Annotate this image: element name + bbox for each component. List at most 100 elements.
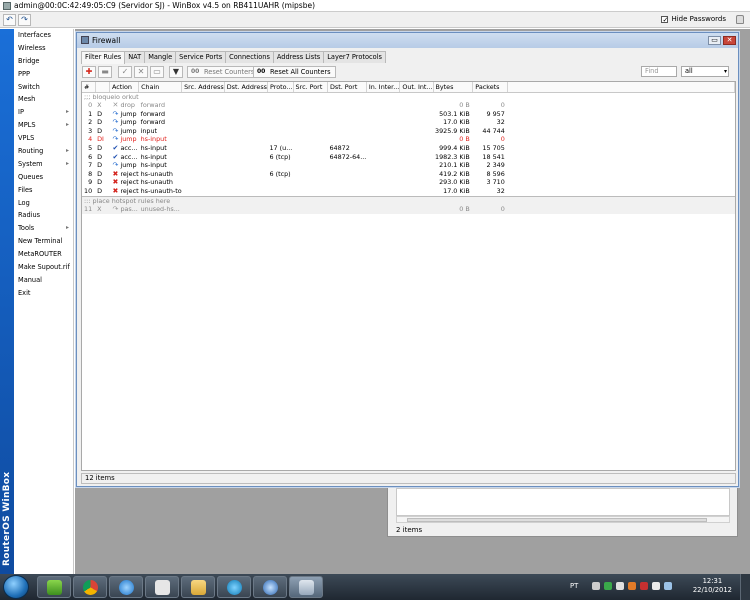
secondary-list[interactable]	[396, 488, 730, 516]
add-rule-button[interactable]: ✚	[82, 66, 96, 78]
hide-passwords-checkbox[interactable]: ✓ Hide Passwords	[661, 15, 726, 24]
table-row[interactable]: 4 DI ↷ jump hs-input 0 B 0	[82, 135, 735, 144]
row-filler	[508, 144, 735, 153]
sidebar-item-mpls[interactable]: MPLS ▸	[14, 119, 73, 132]
column-header[interactable]: Src. Port	[293, 82, 328, 93]
sidebar-item-ppp[interactable]: PPP	[14, 68, 73, 81]
folder-icon	[191, 580, 206, 595]
sidebar-item-switch[interactable]: Switch	[14, 81, 73, 94]
rule-dst-port	[327, 161, 366, 170]
tab-service-ports[interactable]: Service Ports	[175, 51, 227, 63]
show-desktop-button[interactable]	[740, 574, 750, 600]
tab-layer7-protocols[interactable]: Layer7 Protocols	[323, 51, 386, 63]
sidebar-item-wireless[interactable]: Wireless	[14, 42, 73, 55]
sidebar-item-bridge[interactable]: Bridge	[14, 55, 73, 68]
column-header[interactable]: Out. Int...	[399, 82, 434, 93]
redo-button[interactable]: ↷	[18, 14, 31, 26]
filter-rules-table[interactable]: # Action Chain Src. Address Dst. Address Prot…	[81, 81, 736, 471]
secondary-scrollbar[interactable]	[396, 516, 730, 523]
language-indicator[interactable]: PT	[570, 582, 578, 590]
scrollbar-thumb[interactable]	[407, 518, 707, 522]
sidebar-item-manual[interactable]: Manual	[14, 274, 73, 287]
sidebar-item-mesh[interactable]: Mesh	[14, 93, 73, 106]
taskbar-app-thunderbird[interactable]	[253, 576, 287, 598]
tab-filter-rules[interactable]: Filter Rules	[81, 51, 126, 64]
sidebar-item-system[interactable]: System ▸	[14, 158, 73, 171]
column-header[interactable]	[95, 82, 110, 93]
table-row[interactable]: 11 X ↷ pas... unused-hs... 0 B0	[82, 205, 735, 214]
column-header[interactable]: Bytes	[433, 82, 474, 93]
sidebar-item-metarouter[interactable]: MetaROUTER	[14, 248, 73, 261]
tab-mangle[interactable]: Mangle	[144, 51, 177, 63]
tray-app-icon[interactable]	[628, 582, 636, 590]
taskbar-app-sync[interactable]	[217, 576, 251, 598]
column-header[interactable]: Dst. Address	[224, 82, 268, 93]
taskbar-app-ie[interactable]	[109, 576, 143, 598]
sidebar-item-log[interactable]: Log	[14, 197, 73, 210]
find-input[interactable]: Find	[641, 66, 677, 77]
table-row[interactable]: 1 D ↷ jump forward 503.1 KiB 9 957	[82, 110, 735, 119]
tray-network-icon[interactable]	[616, 582, 624, 590]
filter-button[interactable]: ▼	[169, 66, 183, 78]
tray-signal-icon[interactable]	[664, 582, 672, 590]
comment-button[interactable]: ▭	[150, 66, 164, 78]
sidebar-item-files[interactable]: Files	[14, 184, 73, 197]
sidebar-item-interfaces[interactable]: Interfaces	[14, 29, 73, 42]
column-header[interactable]: Packets	[472, 82, 509, 93]
tray-arrow-icon[interactable]	[592, 582, 600, 590]
tray-volume-icon[interactable]	[652, 582, 660, 590]
minimize-button[interactable]: ▭	[708, 36, 721, 45]
taskbar-app-explorer-users[interactable]	[37, 576, 71, 598]
tray-shield-icon[interactable]	[604, 582, 612, 590]
column-header[interactable]: Action	[109, 82, 140, 93]
table-row[interactable]: 10 D ✖ reject hs-unauth-to 17.0 KiB 32	[82, 187, 735, 196]
close-button[interactable]: ✕	[723, 36, 736, 45]
tab-nat[interactable]: NAT	[124, 51, 146, 63]
secondary-window[interactable]: 2 items	[387, 487, 738, 537]
taskbar-app-folder[interactable]	[181, 576, 215, 598]
rule-src-port	[293, 178, 327, 187]
remove-rule-button[interactable]: ▬	[98, 66, 112, 78]
sidebar-item-exit[interactable]: Exit	[14, 287, 73, 300]
table-row[interactable]: 8 D ✖ reject hs-unauth 6 (tcp) 419.2 KiB 8 596	[82, 170, 735, 179]
table-row[interactable]: 0 X ✕ drop forward 0 B0	[82, 101, 735, 110]
taskbar-app-winbox[interactable]	[289, 576, 323, 598]
reset-all-counters-button[interactable]: 00 Reset All Counters	[253, 66, 336, 78]
filter-select[interactable]: all ▾	[681, 66, 729, 77]
sidebar-item-ip[interactable]: IP ▸	[14, 106, 73, 119]
table-row-comment[interactable]: ;;; bloqueio orkut	[82, 92, 735, 101]
sidebar-item-make-supout-rif[interactable]: Make Supout.rif	[14, 261, 73, 274]
column-header[interactable]: Proto...	[267, 82, 294, 93]
sidebar-item-queues[interactable]: Queues	[14, 171, 73, 184]
table-row[interactable]: 2 D ↷ jump forward 17.0 KiB 32	[82, 118, 735, 127]
table-row[interactable]: 3 D ↷ jump input 3925.9 KiB 44 744	[82, 127, 735, 136]
disable-rule-button[interactable]: ✕	[134, 66, 148, 78]
start-button[interactable]	[3, 575, 29, 599]
column-header[interactable]: In. Inter...	[366, 82, 401, 93]
tab-connections[interactable]: Connections	[225, 51, 274, 63]
column-header[interactable]: Chain	[138, 82, 183, 93]
taskbar-app-media[interactable]	[145, 576, 179, 598]
column-header[interactable]: Dst. Port	[327, 82, 367, 93]
sidebar-item-new-terminal[interactable]: New Terminal	[14, 235, 73, 248]
table-row[interactable]: 7 D ↷ jump hs-input 210.1 KiB 2 349	[82, 161, 735, 170]
sidebar-item-routing[interactable]: Routing ▸	[14, 145, 73, 158]
table-row-comment[interactable]: ::: place hotspot rules here	[82, 195, 735, 206]
tray-security-icon[interactable]	[640, 582, 648, 590]
enable-rule-button[interactable]: ✓	[118, 66, 132, 78]
tab-address-lists[interactable]: Address Lists	[272, 51, 325, 63]
column-header[interactable]: Src. Address	[181, 82, 225, 93]
firewall-titlebar[interactable]: Firewall ▭ ✕	[77, 33, 738, 48]
undo-button[interactable]: ↶	[3, 14, 16, 26]
rule-out-interface	[400, 101, 433, 110]
sidebar-item-tools[interactable]: Tools ▸	[14, 222, 73, 235]
clock[interactable]: 12:31 22/10/2012	[693, 577, 732, 595]
reset-counters-button[interactable]: 00 Reset Counters	[187, 66, 260, 78]
taskbar-app-chrome[interactable]	[73, 576, 107, 598]
sidebar-item-vpls[interactable]: VPLS	[14, 132, 73, 145]
table-row[interactable]: 5 D ✔ acc... hs-input 17 (u... 64872 999.4 KiB 1…	[82, 144, 735, 153]
column-header[interactable]: #	[82, 82, 96, 93]
sidebar-item-radius[interactable]: Radius	[14, 209, 73, 222]
table-row[interactable]: 9 D ✖ reject hs-unauth 293.0 KiB 3 710	[82, 178, 735, 187]
table-row[interactable]: 6 D ✔ acc... hs-input 6 (tcp) 64872-64... 1982.…	[82, 153, 735, 162]
